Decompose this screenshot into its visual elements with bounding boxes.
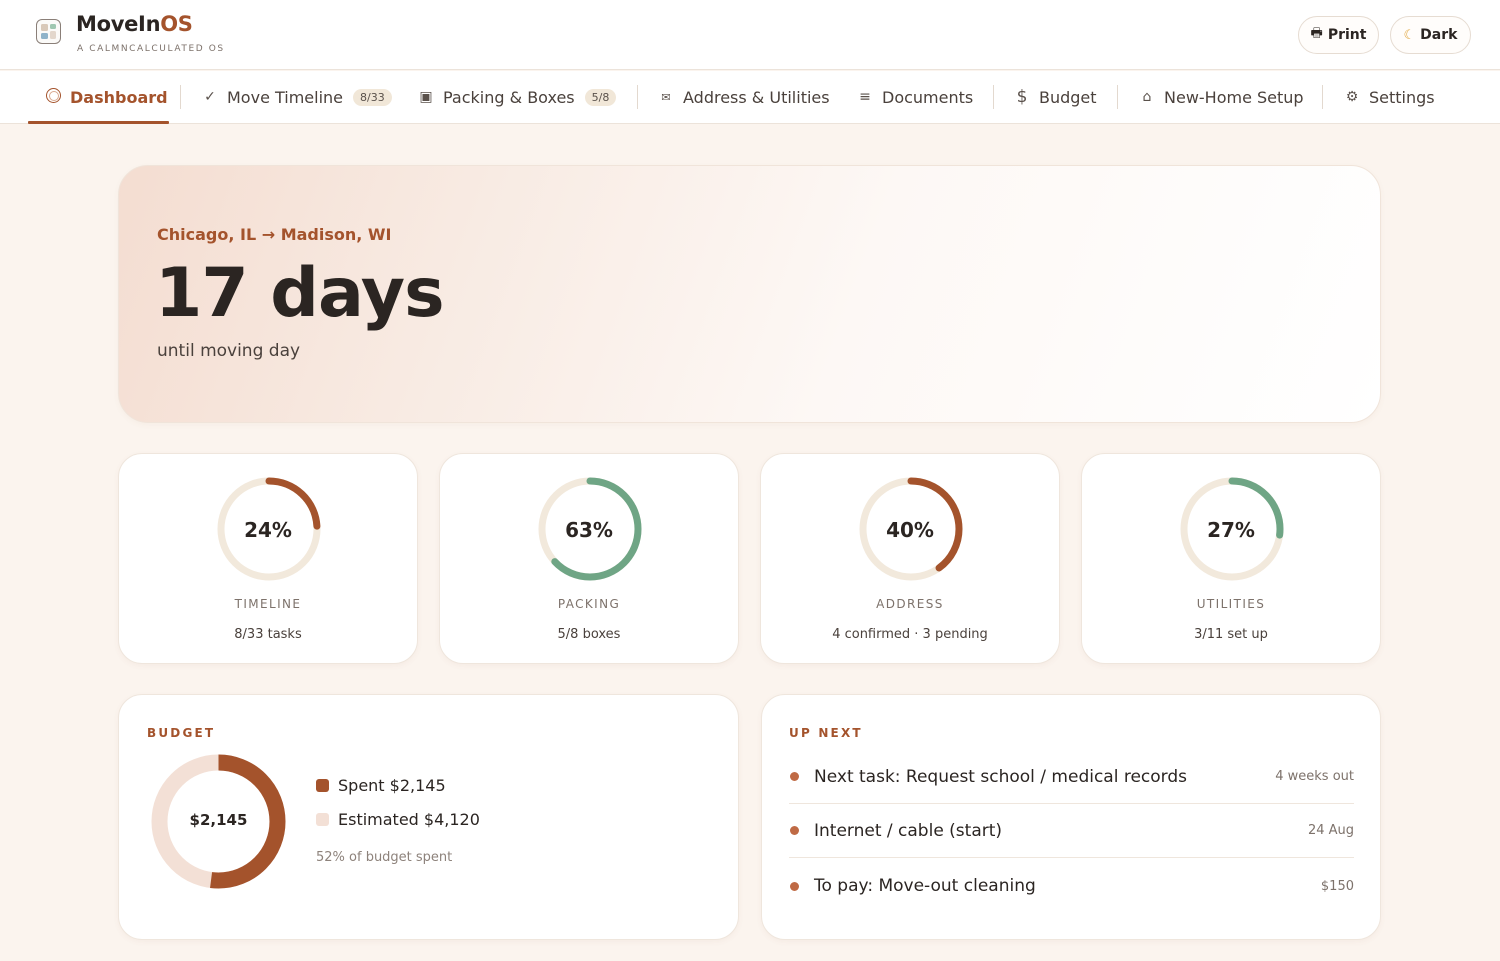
tab-label: Documents xyxy=(882,87,974,107)
legend-estimated: Estimated $4,120 xyxy=(316,810,480,829)
legend-swatch xyxy=(316,779,329,792)
tab-dashboard[interactable]: Dashboard xyxy=(44,71,168,123)
tab-divider xyxy=(1322,85,1323,109)
check-icon: ✓ xyxy=(204,89,216,105)
tab-move-timeline[interactable]: ✓ Move Timeline 8/33 xyxy=(201,71,392,123)
dark-mode-button[interactable]: ☾ Dark xyxy=(1390,16,1471,54)
tab-label: Address & Utilities xyxy=(683,87,830,107)
bullet-dot-icon xyxy=(790,826,799,835)
printer-icon: 🖶 xyxy=(1310,26,1323,41)
tab-divider xyxy=(1117,85,1118,109)
stat-label: PACKING xyxy=(557,597,621,611)
stat-detail: 5/8 boxes xyxy=(557,627,621,642)
tab-budget[interactable]: $ Budget xyxy=(1013,71,1097,123)
active-tab-indicator xyxy=(28,121,169,124)
dark-label: Dark xyxy=(1420,27,1458,43)
stat-card-utilities[interactable]: 27% UTILITIES 3/11 set up xyxy=(1081,453,1381,664)
tab-address-utilities[interactable]: ✉ Address & Utilities xyxy=(657,71,830,123)
main-nav: Dashboard ✓ Move Timeline 8/33 ▣ Packing… xyxy=(0,71,1500,124)
list-item[interactable]: To pay: Move-out cleaning $150 xyxy=(789,859,1354,913)
tab-divider xyxy=(180,85,181,109)
up-next-card: UP NEXT Next task: Request school / medi… xyxy=(761,694,1381,940)
stat-card-packing[interactable]: 63% PACKING 5/8 boxes xyxy=(439,453,739,664)
app-tagline: A CALMNCALCULATED OS xyxy=(77,44,225,54)
tab-label: Dashboard xyxy=(70,87,168,107)
tab-label: New-Home Setup xyxy=(1164,87,1304,107)
stat-label: ADDRESS xyxy=(876,597,944,611)
list-item-meta: $150 xyxy=(1320,878,1354,894)
stat-detail: 4 confirmed · 3 pending xyxy=(832,627,988,642)
ring-icon xyxy=(44,87,62,107)
tab-label: Move Timeline xyxy=(227,87,344,107)
tab-packing-boxes[interactable]: ▣ Packing & Boxes 5/8 xyxy=(417,71,617,123)
legend-label: Estimated $4,120 xyxy=(338,810,480,829)
list-item-meta: 4 weeks out xyxy=(1275,769,1354,784)
stat-card-address[interactable]: 40% ADDRESS 4 confirmed · 3 pending xyxy=(760,453,1060,664)
tab-divider xyxy=(993,85,994,109)
tab-label: Packing & Boxes xyxy=(443,87,575,107)
dollar-icon: $ xyxy=(1016,87,1028,107)
tab-label: Settings xyxy=(1369,87,1435,107)
envelope-icon: ✉ xyxy=(661,90,671,104)
legend-swatch xyxy=(316,813,329,826)
stat-detail: 8/33 tasks xyxy=(234,627,302,642)
list-item-text: Internet / cable (start) xyxy=(814,820,1003,841)
stat-percent: 24% xyxy=(244,518,292,542)
up-next-title: UP NEXT xyxy=(789,726,863,740)
tab-count-badge: 8/33 xyxy=(353,88,392,106)
home-icon: ⌂ xyxy=(1142,89,1152,105)
stat-label: TIMELINE xyxy=(234,597,302,611)
bullet-dot-icon xyxy=(790,881,799,891)
print-label: Print xyxy=(1327,27,1367,43)
gear-icon: ⚙ xyxy=(1345,89,1359,105)
tab-documents[interactable]: ≡ Documents xyxy=(856,71,973,123)
tab-settings[interactable]: ⚙ Settings xyxy=(1343,71,1435,123)
countdown-hero: Chicago, IL → Madison, WI 17 days until … xyxy=(118,165,1381,423)
budget-spent-value: $2,145 xyxy=(189,811,248,829)
budget-title: BUDGET xyxy=(147,726,216,740)
budget-card[interactable]: BUDGET $2,145 Spent $2,145 Estimated $4,… xyxy=(118,694,739,940)
budget-note: 52% of budget spent xyxy=(316,850,453,865)
stat-detail: 3/11 set up xyxy=(1194,627,1268,642)
legend-label: Spent $2,145 xyxy=(338,776,446,795)
list-icon: ≡ xyxy=(859,89,871,105)
tab-label: Budget xyxy=(1039,87,1097,107)
stat-card-timeline[interactable]: 24% TIMELINE 8/33 tasks xyxy=(118,453,418,664)
box-icon: ▣ xyxy=(419,89,433,105)
stat-percent: 40% xyxy=(886,518,934,542)
list-item[interactable]: Internet / cable (start) 24 Aug xyxy=(789,804,1354,858)
tab-divider xyxy=(637,85,638,109)
list-item-meta: 24 Aug xyxy=(1307,823,1354,838)
legend-spent: Spent $2,145 xyxy=(316,776,446,795)
moon-icon: ☾ xyxy=(1403,27,1416,43)
tab-new-home-setup[interactable]: ⌂ New-Home Setup xyxy=(1138,71,1304,123)
print-button[interactable]: 🖶 Print xyxy=(1298,16,1379,54)
list-item-text: Next task: Request school / medical reco… xyxy=(814,766,1188,787)
app-title: MoveInOS xyxy=(76,12,193,36)
stat-label: UTILITIES xyxy=(1196,597,1266,611)
bullet-dot-icon xyxy=(790,772,799,781)
tab-count-badge: 5/8 xyxy=(584,88,617,106)
stat-percent: 63% xyxy=(565,518,613,542)
list-item-text: To pay: Move-out cleaning xyxy=(814,876,1036,896)
days-countdown: 17 days xyxy=(155,254,445,333)
app-header: MoveInOS A CALMNCALCULATED OS 🖶 Print ☾ … xyxy=(0,0,1500,70)
countdown-subtitle: until moving day xyxy=(157,341,301,361)
list-item[interactable]: Next task: Request school / medical reco… xyxy=(789,750,1354,804)
app-logo-icon xyxy=(36,19,61,44)
stat-percent: 27% xyxy=(1207,518,1255,542)
move-route: Chicago, IL → Madison, WI xyxy=(157,225,392,244)
